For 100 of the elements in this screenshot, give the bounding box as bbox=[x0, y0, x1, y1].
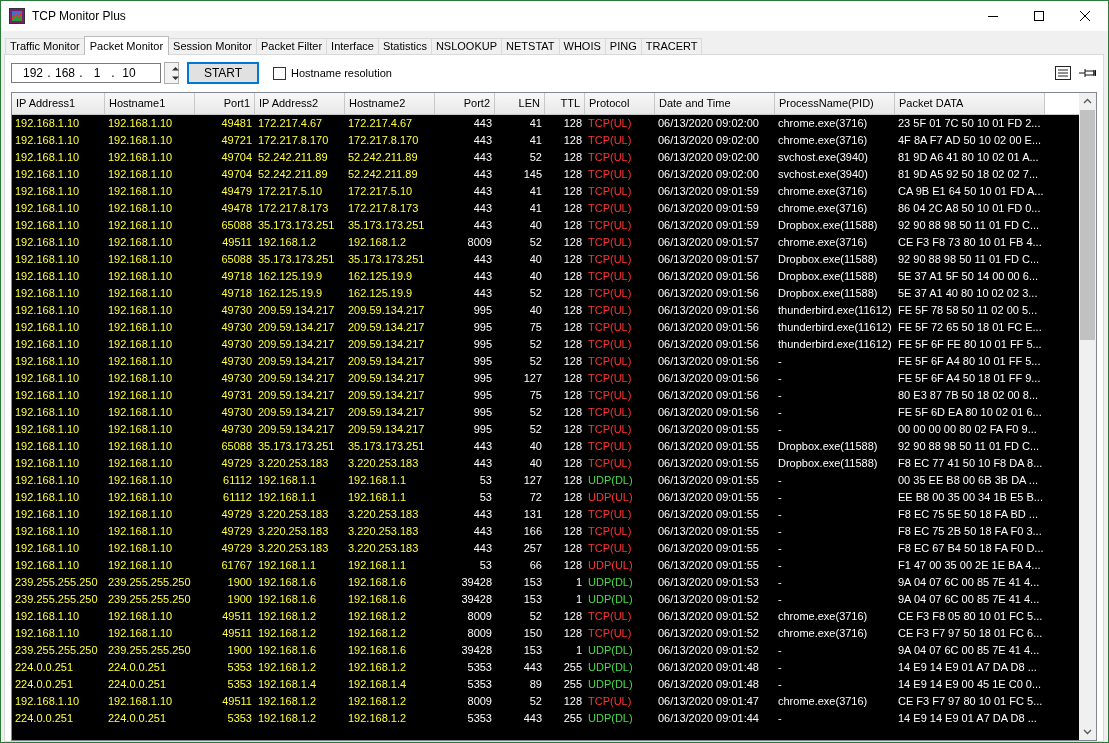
table-cell-text: 192.168.1.10 bbox=[14, 507, 81, 522]
table-cell-text: Dropbox.exe(11588) bbox=[777, 456, 879, 471]
list-icon[interactable] bbox=[1055, 66, 1071, 80]
table-cell-text: F8 EC 77 41 50 10 F8 DA 8... bbox=[897, 456, 1044, 471]
table-cell-text: FE 5F 6F A4 50 18 01 FF 9... bbox=[897, 371, 1042, 386]
table-cell-text: 127 bbox=[522, 371, 543, 386]
table-cell-text: 128 bbox=[562, 405, 583, 420]
spinner[interactable] bbox=[164, 62, 179, 84]
table-cell-text: 49729 bbox=[220, 524, 253, 539]
table-cell-text: 443 bbox=[472, 116, 493, 131]
column-header[interactable]: LEN bbox=[495, 93, 545, 115]
table-cell-text: 172.217.8.170 bbox=[347, 133, 420, 148]
column-header[interactable]: Packet DATA bbox=[895, 93, 1045, 115]
table-cell-text: 52 bbox=[528, 286, 543, 301]
column-header[interactable]: Hostname1 bbox=[105, 93, 195, 115]
table-cell-text: 128 bbox=[562, 252, 583, 267]
table-cell-text: 06/13/2020 09:01:56 bbox=[657, 303, 760, 318]
scrollbar[interactable] bbox=[1079, 93, 1096, 740]
table-cell-text: 49511 bbox=[221, 235, 253, 250]
close-icon[interactable] bbox=[1080, 11, 1090, 21]
table-cell-text: 1900 bbox=[226, 575, 253, 590]
table-cell-text: 49731 bbox=[220, 388, 253, 403]
protocol-cell-text: UDP(DL) bbox=[587, 643, 634, 658]
table-cell-text: 49478 bbox=[220, 201, 253, 216]
table-cell-text: 92 90 88 98 50 11 01 FD C... bbox=[897, 252, 1041, 267]
table-cell-text: 192.168.1.10 bbox=[14, 184, 81, 199]
table-cell-text: 192.168.1.10 bbox=[107, 354, 174, 369]
column-header[interactable]: ProcessName(PID) bbox=[775, 93, 895, 115]
scroll-down-icon[interactable] bbox=[1083, 729, 1092, 735]
table-cell-text: 06/13/2020 09:01:55 bbox=[657, 541, 760, 556]
table-cell-text: EE B8 00 35 00 34 1B E5 B... bbox=[897, 490, 1044, 505]
protocol-cell-text: UDP(DL) bbox=[587, 592, 634, 607]
table-cell-text: - bbox=[777, 558, 783, 573]
table-cell-text: 128 bbox=[562, 133, 583, 148]
table-cell-text: 06/13/2020 09:02:00 bbox=[657, 133, 760, 148]
table-cell-text: 06/13/2020 09:02:00 bbox=[657, 116, 760, 131]
column-header[interactable]: IP Address1 bbox=[12, 93, 105, 115]
table-cell-text: 192.168.1.2 bbox=[257, 609, 318, 624]
scroll-up-icon[interactable] bbox=[1083, 98, 1092, 104]
column-header[interactable]: TTL bbox=[545, 93, 585, 115]
table-cell-text: 52 bbox=[528, 337, 543, 352]
checkbox[interactable] bbox=[273, 66, 286, 80]
table-cell-text: 192.168.1.10 bbox=[14, 626, 81, 641]
table-cell-text: 192.168.1.10 bbox=[14, 252, 81, 267]
column-header[interactable]: IP Address2 bbox=[255, 93, 345, 115]
table-cell-text: 172.217.8.173 bbox=[347, 201, 420, 216]
column-header[interactable]: Port1 bbox=[195, 93, 255, 115]
table-cell-text: 209.59.134.217 bbox=[347, 320, 426, 335]
protocol-cell-text: TCP(UL) bbox=[587, 150, 633, 165]
table-cell-text: 8009 bbox=[466, 235, 493, 250]
table-cell-text: 06/13/2020 09:01:59 bbox=[657, 218, 760, 233]
start-button[interactable]: START bbox=[187, 62, 259, 84]
table-cell-text: 192.168.1.10 bbox=[14, 218, 81, 233]
tab[interactable]: Traffic Monitor bbox=[5, 38, 85, 54]
table-cell-text: - bbox=[777, 524, 783, 539]
tab[interactable]: TRACERT bbox=[640, 38, 703, 54]
table-cell-text: Dropbox.exe(11588) bbox=[777, 218, 879, 233]
maximize-icon[interactable] bbox=[1034, 11, 1044, 21]
table-cell-text: 192.168.1.10 bbox=[107, 320, 174, 335]
table-cell-text: 06/13/2020 09:02:00 bbox=[657, 150, 760, 165]
table-cell-text: 209.59.134.217 bbox=[257, 337, 336, 352]
table-cell-text: chrome.exe(3716) bbox=[777, 184, 869, 199]
table-cell-text: 172.217.4.67 bbox=[257, 116, 324, 131]
table-cell-text: - bbox=[777, 711, 783, 726]
table-cell-text: chrome.exe(3716) bbox=[777, 116, 869, 131]
table-cell-text: 255 bbox=[562, 660, 583, 675]
column-header[interactable]: Protocol bbox=[585, 93, 655, 115]
table-cell-text: 128 bbox=[562, 116, 583, 131]
table-cell-text: 41 bbox=[528, 133, 543, 148]
column-header[interactable]: Date and Time bbox=[655, 93, 775, 115]
table-cell-text: 5353 bbox=[466, 660, 493, 675]
table-cell-text: 40 bbox=[528, 252, 543, 267]
column-header[interactable]: Port2 bbox=[435, 93, 495, 115]
table-cell-text: F8 EC 67 B4 50 18 FA F0 D... bbox=[897, 541, 1045, 556]
protocol-cell-text: TCP(UL) bbox=[587, 507, 633, 522]
ip-octet: 192 bbox=[22, 66, 44, 80]
ip-address-field[interactable]: 192 . 168 . 1 . 10 bbox=[11, 63, 161, 83]
table-cell-text: 40 bbox=[528, 269, 543, 284]
table-cell-text: 35.173.173.251 bbox=[347, 439, 426, 454]
table-cell-text: 8009 bbox=[466, 626, 493, 641]
table-cell-text: 166 bbox=[522, 524, 543, 539]
table-cell-text: 92 90 88 98 50 11 01 FD C... bbox=[897, 218, 1041, 233]
table-cell-text: 150 bbox=[522, 626, 543, 641]
table-cell-text: 128 bbox=[562, 388, 583, 403]
table-cell-text: 65088 bbox=[220, 218, 253, 233]
table-cell-text: 192.168.1.10 bbox=[14, 269, 81, 284]
table-cell-text: 255 bbox=[562, 711, 583, 726]
table-cell-text: 06/13/2020 09:01:57 bbox=[657, 252, 760, 267]
table-cell-text: 81 9D A5 92 50 18 02 02 7... bbox=[897, 167, 1040, 182]
tab[interactable]: Packet Monitor bbox=[83, 36, 170, 55]
table-cell-text: 162.125.19.9 bbox=[257, 286, 324, 301]
column-header[interactable]: Hostname2 bbox=[345, 93, 435, 115]
table-cell-text: 995 bbox=[472, 320, 493, 335]
table-cell-text: - bbox=[777, 354, 783, 369]
table-cell-text: Dropbox.exe(11588) bbox=[777, 269, 879, 284]
table-cell-text: 209.59.134.217 bbox=[257, 422, 336, 437]
table-cell-text: 49730 bbox=[220, 405, 253, 420]
table-cell-text: FE 5F 72 65 50 18 01 FC E... bbox=[897, 320, 1043, 335]
pin-icon[interactable] bbox=[1079, 67, 1097, 79]
table-cell-text: 192.168.1.10 bbox=[107, 116, 174, 131]
